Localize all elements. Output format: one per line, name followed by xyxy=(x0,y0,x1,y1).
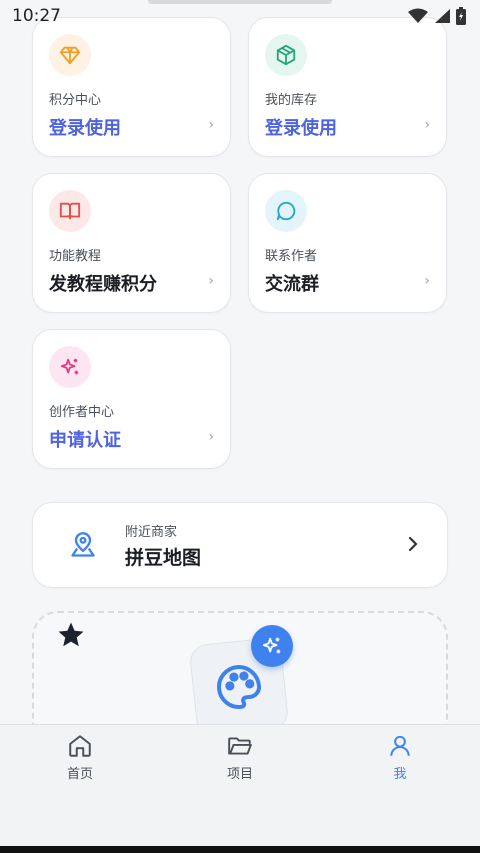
folder-icon xyxy=(228,737,252,755)
chevron-right-icon xyxy=(407,535,419,557)
box-icon xyxy=(265,34,307,76)
user-icon xyxy=(390,735,410,756)
nav-item-projects[interactable]: 项目 xyxy=(200,733,280,782)
wifi-icon xyxy=(408,8,428,23)
tile-value: 交流群 xyxy=(265,274,319,295)
nearby-merchants-card[interactable]: 附近商家 拼豆地图 xyxy=(32,502,448,588)
nav-label: 我 xyxy=(393,767,407,782)
status-time: 10:27 xyxy=(12,6,61,26)
chevron-right-icon: › xyxy=(208,117,214,133)
top-notch-indicator xyxy=(148,0,332,4)
chevron-right-icon: › xyxy=(424,273,430,289)
tile-value: 登录使用 xyxy=(49,118,121,139)
nav-item-home[interactable]: 首页 xyxy=(40,733,120,782)
tile-label: 联系作者 xyxy=(265,249,318,264)
battery-icon xyxy=(456,7,466,25)
chevron-right-icon: › xyxy=(208,429,214,445)
tile-label: 创作者中心 xyxy=(49,405,115,420)
map-pin-icon xyxy=(69,531,97,563)
sparkles-badge-icon xyxy=(251,625,293,667)
tile-points-center[interactable]: 积分中心 登录使用 › xyxy=(32,17,231,157)
book-icon xyxy=(49,190,91,232)
tile-tutorials[interactable]: 功能教程 发教程赚积分 › xyxy=(32,173,231,313)
signal-icon xyxy=(435,9,450,23)
tile-label: 功能教程 xyxy=(49,249,102,264)
bottom-navigation: 首页 项目 我 xyxy=(0,724,480,853)
tile-label: 积分中心 xyxy=(49,93,102,108)
nearby-label: 附近商家 xyxy=(125,525,178,540)
tile-contact-author[interactable]: 联系作者 交流群 › xyxy=(248,173,447,313)
tile-creator-center[interactable]: 创作者中心 申请认证 › xyxy=(32,329,231,469)
tile-my-inventory[interactable]: 我的库存 登录使用 › xyxy=(248,17,447,157)
diamond-icon xyxy=(49,34,91,76)
nearby-value: 拼豆地图 xyxy=(125,547,202,569)
tile-value: 申请认证 xyxy=(49,430,121,451)
status-bar: 10:27 xyxy=(0,0,480,32)
chevron-right-icon: › xyxy=(424,117,430,133)
system-bottom-bar xyxy=(0,846,480,853)
chevron-right-icon: › xyxy=(208,273,214,289)
tile-value: 发教程赚积分 xyxy=(49,274,157,295)
nav-item-me[interactable]: 我 xyxy=(360,733,440,782)
sparkles-icon xyxy=(49,346,91,388)
home-icon xyxy=(69,735,91,757)
nav-label: 首页 xyxy=(66,767,93,782)
nav-label: 项目 xyxy=(226,767,253,782)
tile-label: 我的库存 xyxy=(265,93,318,108)
chat-icon xyxy=(265,190,307,232)
tile-value: 登录使用 xyxy=(265,118,337,139)
star-icon xyxy=(56,620,86,654)
